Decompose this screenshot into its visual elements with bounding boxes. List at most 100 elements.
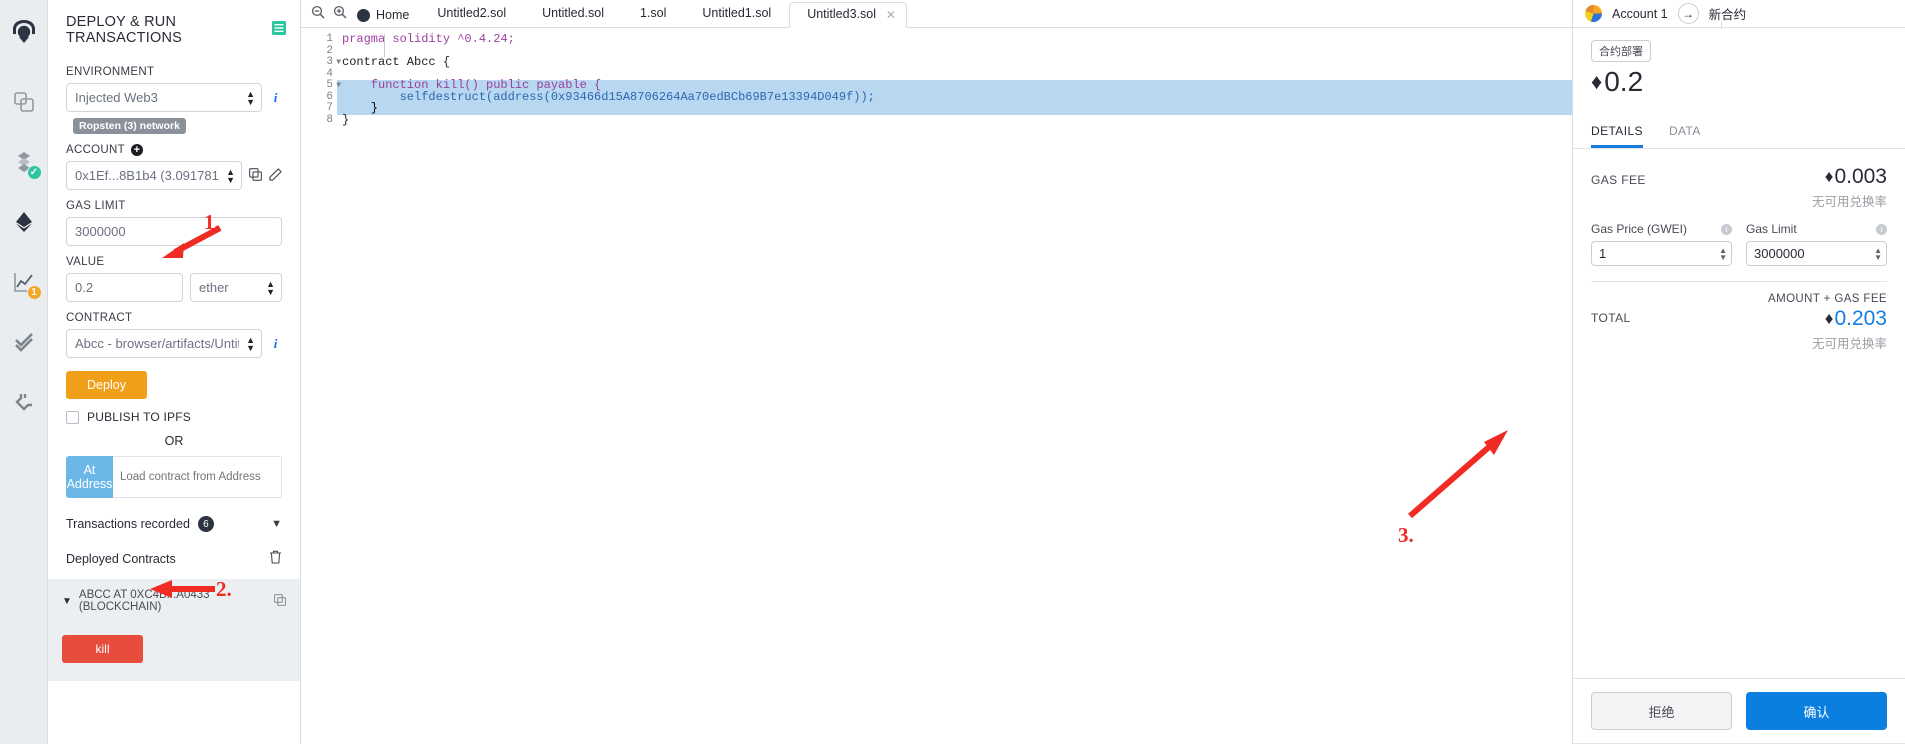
account-select-wrap: 0x1Ef...8B1b4 (3.0917818 ▲ ▼ xyxy=(66,161,242,190)
edit-account-icon[interactable] xyxy=(269,168,282,183)
icon-rail: ✓ 1 xyxy=(0,0,48,744)
confirm-button[interactable]: 确认 xyxy=(1746,692,1887,730)
metamask-tabs: DETAILS DATA xyxy=(1573,118,1905,149)
metamask-confirm-popup: Account 1 → 新合约 合约部署 ♦ 0.2 DETAILS DATA … xyxy=(1572,0,1905,744)
deployed-contract-card: ▼ ABCC AT 0XC4B...A0433 (BLOCKCHAIN) kil… xyxy=(48,579,300,681)
chevron-down-icon[interactable]: ▼ xyxy=(62,596,72,607)
ethereum-icon: ♦ xyxy=(1591,69,1603,94)
deploy-button[interactable]: Deploy xyxy=(66,371,147,399)
info-icon[interactable]: i xyxy=(1721,223,1732,235)
publish-ipfs-checkbox[interactable] xyxy=(66,410,79,424)
tab-untitled2[interactable]: Untitled2.sol xyxy=(419,1,524,27)
add-account-icon[interactable]: + xyxy=(130,144,143,156)
line-number-text: 5 xyxy=(326,79,333,91)
deployed-contracts-row: Deployed Contracts xyxy=(66,550,282,567)
at-address-row: At Address xyxy=(66,456,282,498)
deployed-contract-name: ABCC AT 0XC4B...A0433 (BLOCKCHAIN) xyxy=(78,589,210,613)
tab-untitled3-label: Untitled3.sol xyxy=(807,7,876,21)
analysis-icon[interactable] xyxy=(4,322,44,362)
total-amount: ♦ 0.203 xyxy=(1812,307,1887,331)
total-label: TOTAL xyxy=(1591,311,1631,325)
total-conversion-note: 无可用兑换率 xyxy=(1811,337,1887,351)
code-surface[interactable]: 1 2 3 ▼ 4 5 ▼ 6 7 8 pragma solidity ^0.4… xyxy=(301,28,1572,744)
remix-home-icon xyxy=(357,8,370,22)
chevron-down-icon[interactable]: ▼ xyxy=(271,518,282,530)
gas-limit-input[interactable] xyxy=(1746,241,1887,266)
environment-info-icon[interactable]: i xyxy=(269,90,282,106)
tab-untitled[interactable]: Untitled.sol xyxy=(524,1,622,27)
metamask-body: 合约部署 ♦ 0.2 DETAILS DATA GAS FEE ♦ 0.003 xyxy=(1573,28,1905,744)
contract-select[interactable]: Abcc - browser/artifacts/Untitled xyxy=(66,329,262,358)
publish-ipfs-row[interactable]: PUBLISH TO IPFS xyxy=(66,410,282,424)
gas-fee-amount: ♦ 0.003 xyxy=(1812,165,1887,189)
stepper-icon[interactable]: ▲ ▼ xyxy=(1874,246,1882,261)
copy-contract-address-icon[interactable] xyxy=(274,593,286,609)
plugin-manager-icon[interactable] xyxy=(4,382,44,422)
value-input[interactable] xyxy=(66,273,183,302)
solidity-compiler-icon[interactable]: ✓ xyxy=(4,142,44,182)
line-number: 1 xyxy=(326,33,333,45)
close-icon[interactable]: ✕ xyxy=(886,8,896,22)
environment-select-wrap: Injected Web3 ▲ ▼ xyxy=(66,83,262,112)
copy-account-icon[interactable] xyxy=(249,168,262,183)
fold-arrow-icon[interactable]: ▼ xyxy=(336,57,341,69)
tab-1sol[interactable]: 1.sol xyxy=(622,1,684,27)
line-number: 8 xyxy=(326,113,333,126)
info-icon[interactable]: i xyxy=(1876,223,1887,235)
ethereum-icon: ♦ xyxy=(1824,309,1834,328)
metamask-footer: 拒绝 确认 xyxy=(1573,678,1905,743)
trash-icon[interactable] xyxy=(269,550,282,567)
kill-function-button[interactable]: kill xyxy=(62,635,143,663)
at-address-input[interactable] xyxy=(113,456,282,498)
line-number: 7 xyxy=(326,102,333,114)
environment-label: ENVIRONMENT xyxy=(66,66,155,78)
metamask-recipient: 新合约 xyxy=(1708,8,1747,22)
at-address-button[interactable]: At Address xyxy=(66,456,113,498)
gas-limit-input[interactable] xyxy=(66,217,282,246)
gas-price-label: Gas Price (GWEI) xyxy=(1591,222,1688,236)
transactions-recorded-row[interactable]: Transactions recorded 6 ▼ xyxy=(66,516,282,532)
debugger-count-badge: 1 xyxy=(26,285,42,300)
contract-info-icon[interactable]: i xyxy=(269,336,282,352)
file-explorer-icon[interactable] xyxy=(4,82,44,122)
tab-untitled1[interactable]: Untitled1.sol xyxy=(684,1,789,27)
total-value: 0.203 xyxy=(1834,307,1887,330)
value-label: VALUE xyxy=(66,256,105,268)
value-unit-wrap: ether ▲ ▼ xyxy=(190,273,282,302)
gas-limit-label-row: Gas Limit i xyxy=(1746,222,1887,236)
deploy-run-icon[interactable] xyxy=(4,202,44,242)
debugger-icon[interactable]: 1 xyxy=(4,262,44,302)
environment-select[interactable]: Injected Web3 xyxy=(66,83,262,112)
stepper-icon[interactable]: ▲ ▼ xyxy=(1719,246,1727,261)
transactions-recorded-count: 6 xyxy=(197,516,214,532)
gas-price-input[interactable] xyxy=(1591,241,1732,266)
fold-arrow-icon[interactable]: ▼ xyxy=(336,80,341,92)
tab-untitled3[interactable]: Untitled3.sol ✕ xyxy=(789,2,907,28)
code-editor: Home Untitled2.sol Untitled.sol 1.sol Un… xyxy=(301,0,1572,744)
reject-button[interactable]: 拒绝 xyxy=(1591,692,1732,730)
account-select[interactable]: 0x1Ef...8B1b4 (3.0917818 xyxy=(66,161,242,190)
line-number: 5 ▼ xyxy=(301,79,341,92)
contract-select-wrap: Abcc - browser/artifacts/Untitled ▲ ▼ xyxy=(66,329,262,358)
avatar xyxy=(1585,5,1602,22)
metamask-account-name: Account 1 xyxy=(1612,6,1668,21)
code-line: contract Abcc { xyxy=(342,55,451,69)
compiler-success-badge: ✓ xyxy=(26,165,42,180)
tab-home[interactable]: Home xyxy=(351,8,419,27)
deployed-contract-header[interactable]: ▼ ABCC AT 0XC4B...A0433 (BLOCKCHAIN) xyxy=(62,589,286,613)
page-title: DEPLOY & RUN TRANSACTIONS xyxy=(66,14,182,46)
tab-details[interactable]: DETAILS xyxy=(1591,118,1643,148)
divider xyxy=(1721,21,1722,29)
zoom-in-icon[interactable] xyxy=(329,5,351,27)
panel-dock-icon[interactable] xyxy=(272,20,286,40)
gas-inputs-row: Gas Price (GWEI) i ▲▼ Gas Limit i xyxy=(1591,222,1887,266)
code-lines[interactable]: pragma solidity ^0.4.24; contract Abcc {… xyxy=(337,28,1572,744)
value-unit-select[interactable]: ether xyxy=(190,273,282,302)
metamask-amount: ♦ 0.2 xyxy=(1591,66,1887,98)
deploy-run-panel: DEPLOY & RUN TRANSACTIONS ENVIRONMENT In… xyxy=(48,0,301,744)
code-line: } xyxy=(342,112,350,127)
zoom-out-icon[interactable] xyxy=(307,5,329,27)
tab-data[interactable]: DATA xyxy=(1669,118,1701,148)
remix-logo-icon[interactable] xyxy=(4,12,44,52)
